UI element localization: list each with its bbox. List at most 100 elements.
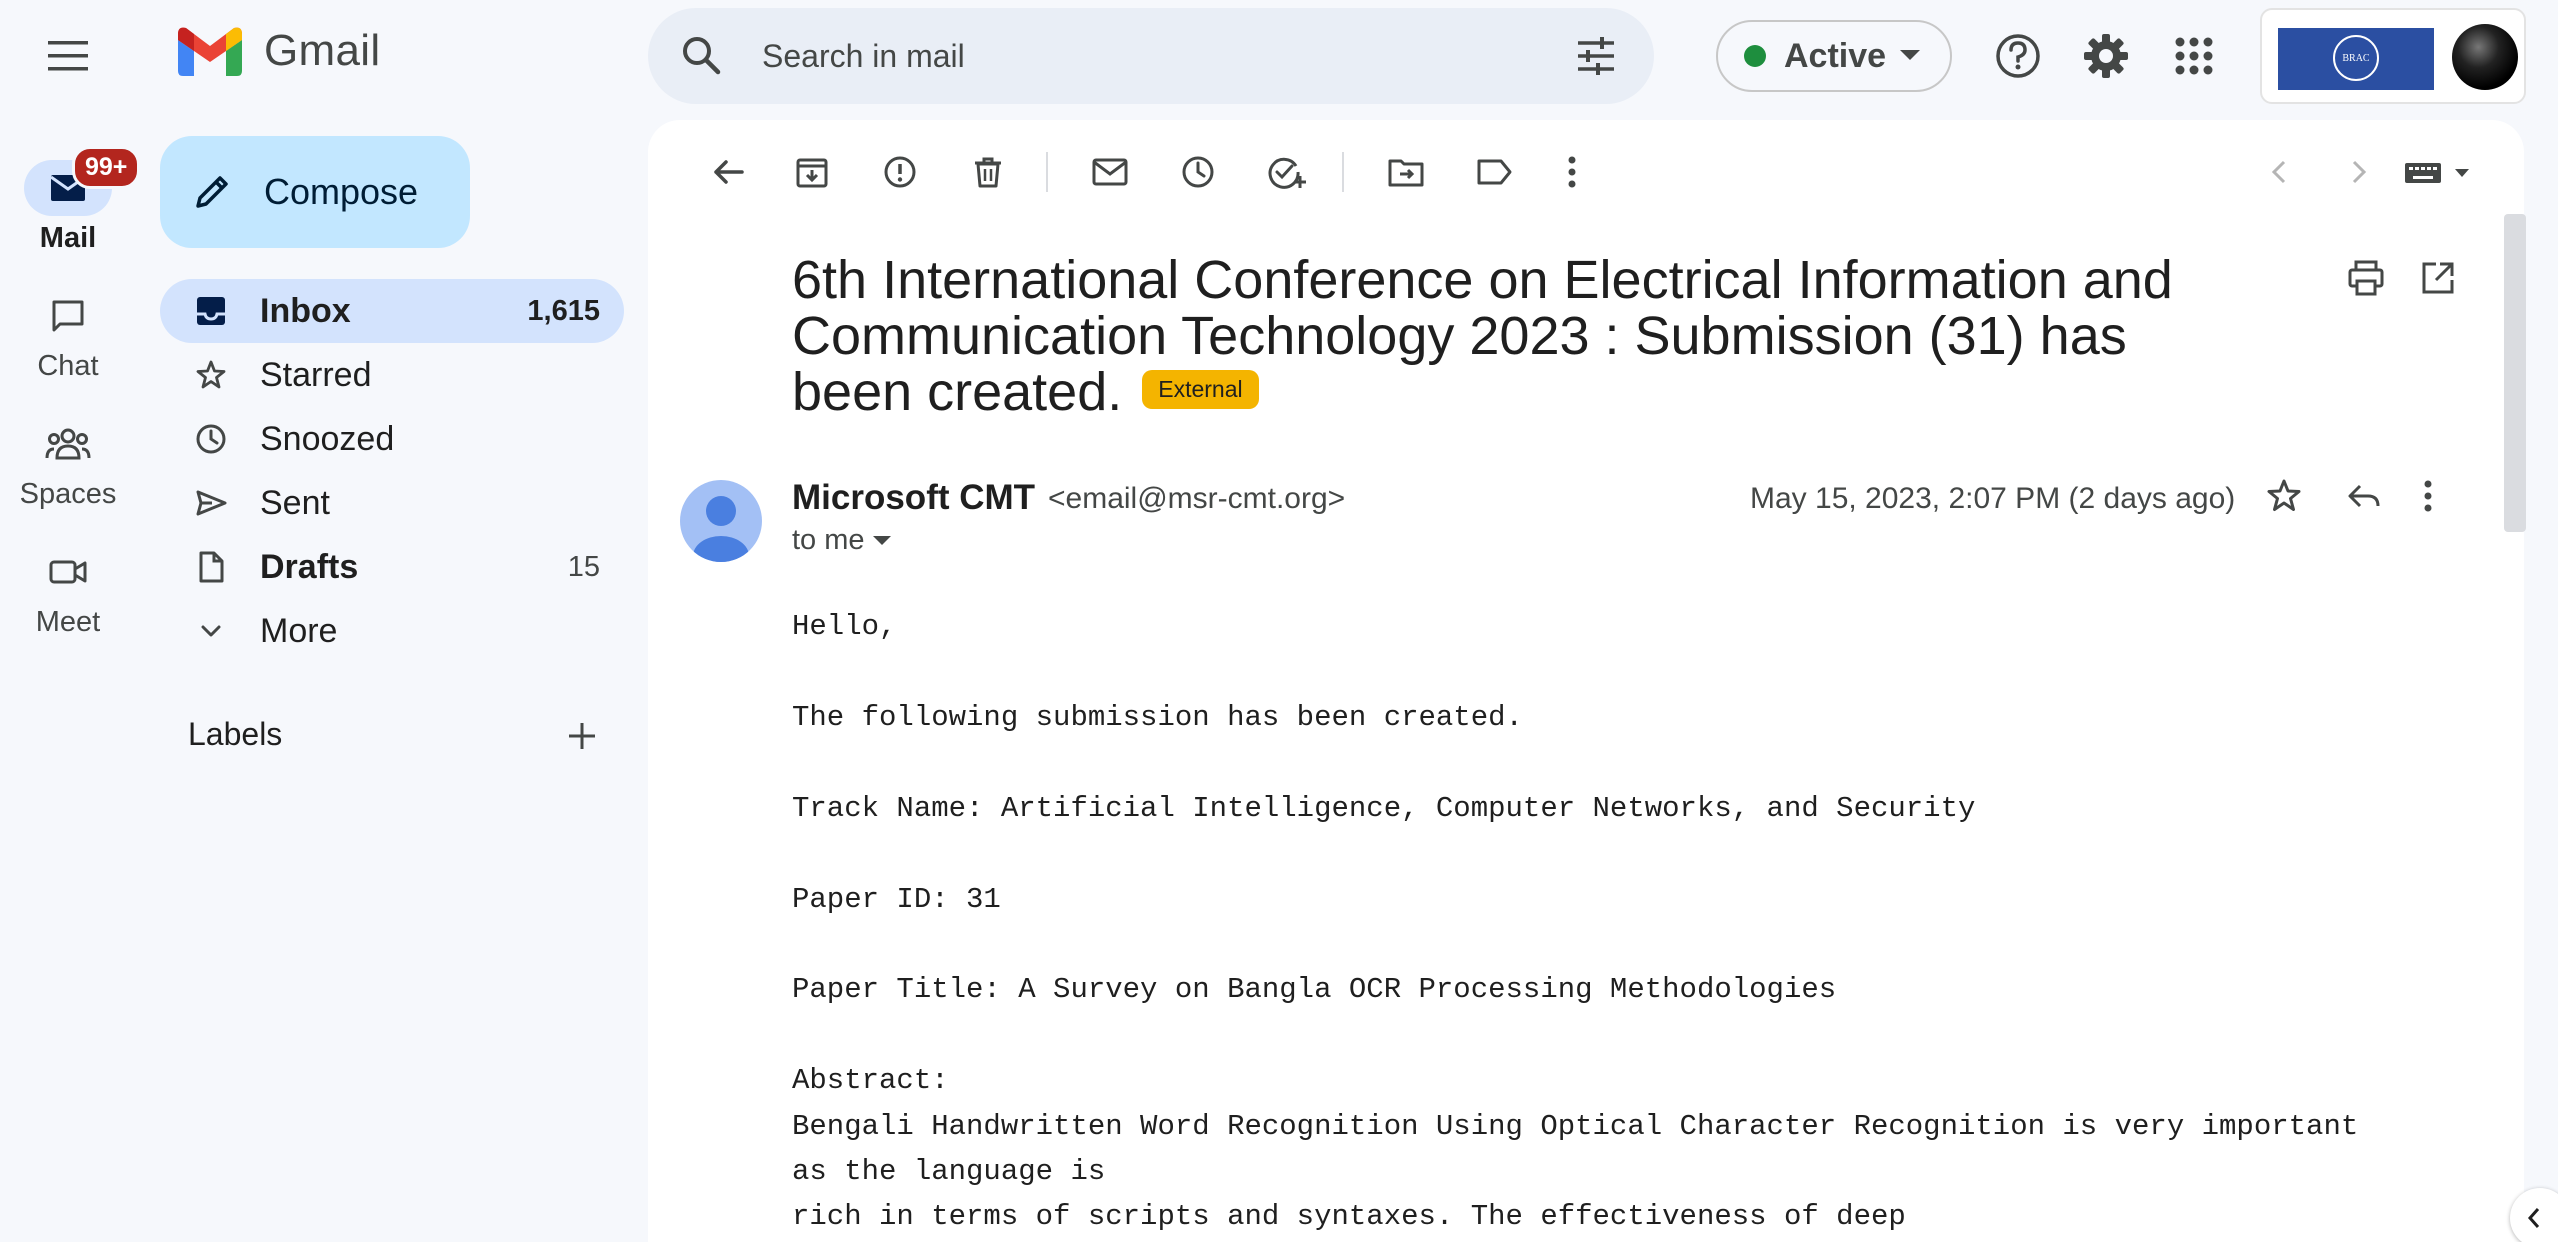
email-subject: 6th International Conference on Electric… xyxy=(792,252,2252,420)
body-greeting: Hello, xyxy=(792,610,897,643)
rail-mail-icon-wrap: 99+ xyxy=(24,146,141,216)
body-intro: The following submission has been create… xyxy=(792,701,1523,734)
labels-heading: Labels xyxy=(188,716,283,752)
external-badge[interactable]: External xyxy=(1142,370,1259,410)
person-icon xyxy=(693,496,749,562)
search-icon[interactable] xyxy=(678,32,726,80)
nav-label: Sent xyxy=(260,483,330,522)
rail-item-spaces[interactable]: Spaces xyxy=(0,416,136,511)
organization-logo: BRAC xyxy=(2278,28,2434,90)
toolbar-divider xyxy=(1342,152,1344,192)
video-camera-icon xyxy=(49,560,87,584)
report-spam-button[interactable] xyxy=(872,144,928,200)
hamburger-icon xyxy=(48,41,88,71)
rail-chat-icon-wrap xyxy=(24,288,112,344)
nav-item-inbox[interactable]: Inbox 1,615 xyxy=(160,279,624,343)
add-to-tasks-button[interactable] xyxy=(1258,144,1314,200)
chat-icon xyxy=(52,300,84,332)
sender-avatar[interactable] xyxy=(680,480,762,562)
envelope-icon xyxy=(1092,158,1128,186)
rail-item-meet[interactable]: Meet xyxy=(0,544,136,639)
gmail-logo[interactable]: Gmail xyxy=(178,26,380,76)
settings-button[interactable] xyxy=(2080,30,2132,82)
back-button[interactable] xyxy=(700,144,756,200)
arrow-left-icon xyxy=(714,160,744,184)
status-label: Active xyxy=(1784,36,1887,75)
move-to-button[interactable] xyxy=(1378,144,1434,200)
recipient-details-toggle[interactable]: to me xyxy=(792,524,891,557)
google-apps-button[interactable] xyxy=(2168,30,2220,82)
mark-unread-button[interactable] xyxy=(1082,144,1138,200)
snooze-button[interactable] xyxy=(1170,144,1226,200)
rail-item-mail[interactable]: 99+ Mail xyxy=(0,146,141,255)
report-icon xyxy=(884,156,916,188)
top-bar: Gmail Search in mail Active BRAC xyxy=(0,0,2558,112)
input-tools-button[interactable] xyxy=(2388,144,2488,200)
user-avatar[interactable] xyxy=(2452,24,2518,90)
body-track: Track Name: Artificial Intelligence, Com… xyxy=(792,792,1976,825)
body-abstract-line: Bengali Handwritten Word Recognition Usi… xyxy=(792,1110,2359,1143)
message-scrollbar[interactable] xyxy=(2504,214,2526,532)
account-switcher[interactable]: BRAC xyxy=(2260,8,2526,104)
nav-item-drafts[interactable]: Drafts 15 xyxy=(160,535,624,599)
archive-icon xyxy=(796,158,828,188)
label-icon xyxy=(1477,159,1512,185)
compose-label: Compose xyxy=(264,171,419,212)
folder-move-icon xyxy=(1388,159,1424,187)
create-label-button[interactable] xyxy=(566,720,598,752)
reply-button[interactable] xyxy=(2344,476,2384,516)
newer-message-button[interactable] xyxy=(2252,144,2308,200)
email-date: May 15, 2023, 2:07 PM (2 days ago) xyxy=(1750,482,2236,515)
chevron-right-icon xyxy=(2352,160,2367,184)
star-icon xyxy=(196,360,226,389)
rail-spaces-icon-wrap xyxy=(24,416,112,472)
archive-button[interactable] xyxy=(784,144,840,200)
app-rail: 99+ Mail Chat Spaces Meet xyxy=(0,112,141,1242)
labels-button[interactable] xyxy=(1466,144,1522,200)
rail-item-chat[interactable]: Chat xyxy=(0,288,136,383)
status-dot xyxy=(1744,45,1766,67)
open-in-new-window-button[interactable] xyxy=(2418,258,2458,298)
search-input[interactable]: Search in mail xyxy=(762,38,965,75)
delete-button[interactable] xyxy=(960,144,1016,200)
status-selector[interactable]: Active xyxy=(1716,20,1952,92)
rail-label-mail: Mail xyxy=(39,222,97,254)
caret-down-icon xyxy=(872,535,891,545)
body-paper-id: Paper ID: 31 xyxy=(792,883,1001,916)
star-message-button[interactable] xyxy=(2264,476,2304,516)
apps-grid-icon xyxy=(2175,37,2213,75)
more-vertical-icon xyxy=(1568,156,1576,188)
chevron-left-icon xyxy=(2271,160,2286,184)
search-options-icon[interactable] xyxy=(1574,34,1618,78)
nav-item-starred[interactable]: Starred xyxy=(160,343,624,407)
star-icon xyxy=(2267,479,2301,511)
sender-name[interactable]: Microsoft CMT xyxy=(792,478,1035,518)
reply-icon xyxy=(2348,484,2380,508)
more-actions-button[interactable] xyxy=(1544,144,1600,200)
send-icon xyxy=(196,490,227,516)
keyboard-icon xyxy=(2405,163,2469,183)
nav-label: Drafts xyxy=(260,547,359,586)
older-message-button[interactable] xyxy=(2330,144,2386,200)
chevron-left-icon xyxy=(2527,1208,2540,1228)
nav-label: More xyxy=(260,611,338,650)
search-bar[interactable]: Search in mail xyxy=(648,8,1654,104)
nav-item-more[interactable]: More xyxy=(160,599,624,663)
nav-label: Starred xyxy=(260,355,372,394)
open-external-icon xyxy=(2422,262,2454,294)
rail-meet-icon-wrap xyxy=(24,544,112,600)
trash-icon xyxy=(975,157,1001,188)
clock-icon xyxy=(1182,156,1214,188)
spaces-icon xyxy=(45,428,91,460)
nav-item-snoozed[interactable]: Snoozed xyxy=(160,407,624,471)
message-more-button[interactable] xyxy=(2422,476,2434,516)
support-button[interactable] xyxy=(1992,30,2044,82)
rail-label-chat: Chat xyxy=(37,350,99,382)
body-abstract-line: as the language is xyxy=(792,1155,1106,1188)
gear-icon xyxy=(2084,34,2128,78)
nav-item-sent[interactable]: Sent xyxy=(160,471,624,535)
nav-count: 1,615 xyxy=(527,294,600,327)
main-menu-button[interactable] xyxy=(36,24,100,88)
print-all-button[interactable] xyxy=(2346,258,2386,298)
compose-button[interactable]: Compose xyxy=(160,136,470,248)
